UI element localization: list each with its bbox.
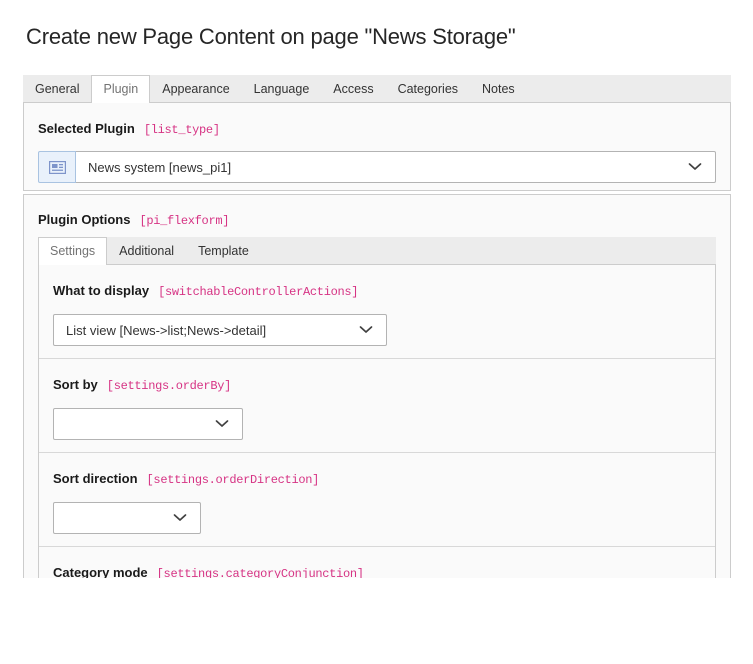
plugin-options-subtabs: Settings Additional Template What to dis… [38, 237, 716, 578]
sort-by-code-tag: [settings.orderBy] [107, 379, 231, 393]
main-tab-bar: General Plugin Appearance Language Acces… [23, 75, 731, 102]
chevron-down-icon [688, 163, 702, 172]
selected-plugin-select[interactable]: News system [news_pi1] [76, 151, 716, 183]
settings-tab-content: What to display [switchableControllerAct… [38, 264, 716, 578]
field-sort-direction: Sort direction [settings.orderDirection] [39, 452, 715, 546]
subtab-template[interactable]: Template [186, 237, 261, 264]
newspaper-icon [38, 151, 76, 183]
what-to-display-label: What to display [53, 283, 149, 298]
what-to-display-code-tag: [switchableControllerActions] [158, 285, 358, 299]
chevron-down-icon [173, 514, 187, 523]
plugin-options-label-row: Plugin Options [pi_flexform] [38, 212, 716, 228]
chevron-down-icon [359, 326, 373, 335]
selected-plugin-input-group: News system [news_pi1] [38, 151, 716, 183]
sort-direction-code-tag: [settings.orderDirection] [147, 473, 320, 487]
plugin-options-label: Plugin Options [38, 212, 130, 227]
tab-notes[interactable]: Notes [470, 75, 527, 102]
subtab-settings[interactable]: Settings [38, 237, 107, 265]
selected-plugin-panel: Selected Plugin [list_type] News system … [23, 102, 731, 191]
page-title: Create new Page Content on page "News St… [26, 24, 753, 50]
sort-direction-select[interactable] [53, 502, 201, 534]
tab-categories[interactable]: Categories [386, 75, 470, 102]
what-to-display-select[interactable]: List view [News->list;News->detail] [53, 314, 387, 346]
chevron-down-icon [215, 420, 229, 429]
category-mode-label: Category mode [53, 565, 148, 578]
tab-language[interactable]: Language [242, 75, 322, 102]
selected-plugin-code-tag: [list_type] [144, 123, 220, 137]
tab-general[interactable]: General [23, 75, 91, 102]
tab-appearance[interactable]: Appearance [150, 75, 241, 102]
selected-plugin-value: News system [news_pi1] [88, 160, 231, 175]
field-category-mode: Category mode [settings.categoryConjunct… [39, 546, 715, 578]
plugin-options-code-tag: [pi_flexform] [139, 214, 229, 228]
sort-by-label: Sort by [53, 377, 98, 392]
selected-plugin-label-row: Selected Plugin [list_type] [38, 121, 716, 137]
sort-direction-label: Sort direction [53, 471, 138, 486]
selected-plugin-label: Selected Plugin [38, 121, 135, 136]
sub-tab-bar: Settings Additional Template [38, 237, 716, 264]
form-content: General Plugin Appearance Language Acces… [23, 75, 731, 578]
tab-plugin[interactable]: Plugin [91, 75, 150, 103]
tab-access[interactable]: Access [321, 75, 385, 102]
field-what-to-display: What to display [switchableControllerAct… [39, 265, 715, 358]
sort-by-select[interactable] [53, 408, 243, 440]
category-mode-code-tag: [settings.categoryConjunction] [157, 567, 364, 578]
what-to-display-value: List view [News->list;News->detail] [66, 323, 266, 338]
field-sort-by: Sort by [settings.orderBy] [39, 358, 715, 452]
plugin-options-panel: Plugin Options [pi_flexform] Settings Ad… [23, 194, 731, 578]
subtab-additional[interactable]: Additional [107, 237, 186, 264]
